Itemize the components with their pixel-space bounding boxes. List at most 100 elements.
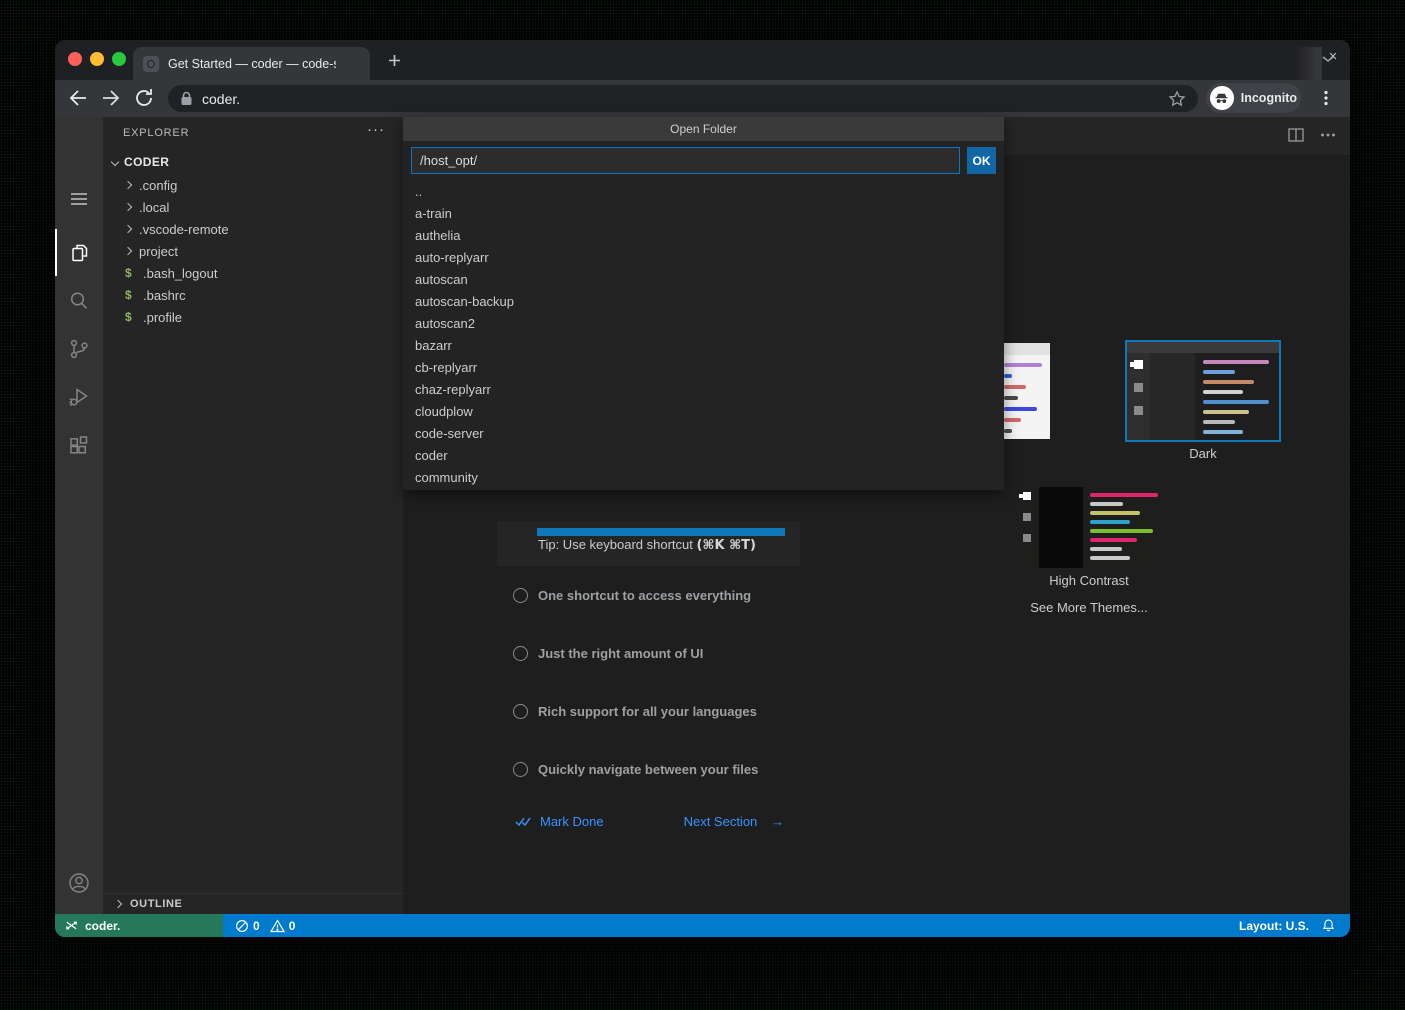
mark-done-link[interactable]: Mark Done	[540, 814, 604, 829]
problems-indicator[interactable]: 0 0	[235, 919, 295, 933]
remote-icon	[65, 919, 78, 932]
code-line	[1004, 396, 1018, 400]
extensions-icon[interactable]	[55, 422, 103, 469]
folder-list-item[interactable]: bazarr	[403, 335, 1004, 357]
more-actions-icon[interactable]	[1318, 125, 1338, 145]
new-tab-button[interactable]	[385, 51, 404, 70]
keyboard-layout-indicator[interactable]: Layout: U.S.	[1239, 919, 1309, 933]
bookmark-star-icon[interactable]	[1168, 90, 1186, 108]
folder-list-item[interactable]: code-server	[403, 423, 1004, 445]
dialog-title: Open Folder	[403, 117, 1004, 141]
checklist-label: Quickly navigate between your files	[538, 762, 758, 777]
checklist-item[interactable]: Just the right amount of UI	[513, 642, 758, 664]
dark-theme-thumbnail[interactable]	[1125, 340, 1281, 442]
code-line	[1090, 547, 1122, 551]
checklist-label: One shortcut to access everything	[538, 588, 751, 603]
folder-list-item[interactable]: autoscan-backup	[403, 291, 1004, 313]
folder-list-item[interactable]: cloudplow	[403, 401, 1004, 423]
tip-prefix: Tip: Use keyboard shortcut	[538, 537, 696, 552]
checklist-radio-icon[interactable]	[513, 704, 528, 719]
tab-title: Get Started — coder — code-s	[168, 57, 336, 71]
maximize-window-button[interactable]	[112, 52, 126, 66]
source-control-icon[interactable]	[55, 325, 103, 372]
tree-root-label: CODER	[124, 155, 169, 169]
checklist-item[interactable]: Rich support for all your languages	[513, 700, 758, 722]
incognito-badge: Incognito	[1206, 83, 1301, 113]
code-line	[1203, 430, 1243, 434]
browse-themes-button-edge[interactable]	[537, 528, 785, 536]
folder-list-item[interactable]: a-train	[403, 203, 1004, 225]
tree-row[interactable]: $ .bash_logout	[103, 262, 403, 284]
dark-thumb-activitybar	[1127, 353, 1150, 440]
code-line	[1090, 538, 1137, 542]
tree-item-label: .vscode-remote	[139, 222, 229, 237]
tree-item-label: .profile	[143, 310, 182, 325]
checklist-item[interactable]: One shortcut to access everything	[513, 584, 758, 606]
getting-started-checklist: One shortcut to access everything Just t…	[513, 584, 758, 816]
folder-list-item[interactable]: chaz-replyarr	[403, 379, 1004, 401]
explorer-icon[interactable]	[55, 229, 103, 276]
folder-list-item[interactable]: coder	[403, 445, 1004, 467]
checklist-label: Just the right amount of UI	[538, 646, 703, 661]
folder-list-item[interactable]: community	[403, 467, 1004, 489]
code-line	[1090, 511, 1140, 515]
browser-tab[interactable]: Get Started — coder — code-s	[133, 47, 370, 80]
outline-label: OUTLINE	[130, 898, 182, 910]
shellscript-icon: $	[125, 310, 135, 324]
tree-row[interactable]: .config	[103, 174, 403, 196]
tree-row[interactable]: $ .profile	[103, 306, 403, 328]
folder-path-input[interactable]	[411, 147, 960, 174]
checklist-radio-icon[interactable]	[513, 588, 528, 603]
remote-indicator[interactable]: coder.	[55, 914, 223, 937]
search-icon[interactable]	[55, 277, 103, 324]
tree-item-label: .bashrc	[143, 288, 186, 303]
light-theme-thumbnail[interactable]	[1004, 343, 1050, 439]
lock-icon	[180, 91, 193, 106]
tree-row[interactable]: .vscode-remote	[103, 218, 403, 240]
notifications-bell-icon[interactable]	[1321, 918, 1336, 933]
checklist-radio-icon[interactable]	[513, 762, 528, 777]
next-section-link[interactable]: Next Section	[684, 814, 758, 829]
tree-row[interactable]: .local	[103, 196, 403, 218]
browser-toolbar: coder. Incognito	[55, 80, 1350, 117]
chevron-right-icon	[124, 181, 132, 189]
status-bar: coder. 0 0 Layout: U.S.	[55, 914, 1350, 937]
code-line	[1203, 370, 1235, 374]
account-icon[interactable]	[55, 859, 103, 906]
address-bar[interactable]: coder.	[168, 85, 1198, 112]
split-editor-icon[interactable]	[1286, 125, 1306, 145]
explorer-sidebar: EXPLORER ··· CODER .config	[103, 117, 403, 914]
explorer-more-actions[interactable]: ···	[367, 121, 385, 138]
code-line	[1203, 410, 1249, 414]
outline-section[interactable]: OUTLINE	[103, 893, 403, 914]
folder-list-item[interactable]: authelia	[403, 225, 1004, 247]
folder-list-item[interactable]: cb-replyarr	[403, 357, 1004, 379]
ok-button[interactable]: OK	[967, 147, 996, 174]
minimize-window-button[interactable]	[90, 52, 104, 66]
folder-list-item[interactable]: autoscan2	[403, 313, 1004, 335]
vscode-workbench: EXPLORER ··· CODER .config	[55, 117, 1350, 937]
folder-list-item[interactable]: autoscan	[403, 269, 1004, 291]
code-line	[1090, 502, 1123, 506]
tab-search-chevron-icon[interactable]	[1321, 54, 1335, 64]
back-button[interactable]	[67, 87, 90, 110]
folder-list-item[interactable]: ..	[403, 181, 1004, 203]
code-line	[1004, 363, 1042, 367]
forward-button[interactable]	[100, 87, 123, 110]
code-line	[1203, 360, 1269, 364]
browser-menu-button[interactable]	[1317, 89, 1340, 112]
close-window-button[interactable]	[68, 52, 82, 66]
dark-thumb-code-lines	[1195, 353, 1279, 440]
code-line	[1004, 418, 1021, 422]
high-contrast-theme-thumbnail[interactable]	[1014, 487, 1164, 568]
checklist-radio-icon[interactable]	[513, 646, 528, 661]
checklist-item[interactable]: Quickly navigate between your files	[513, 758, 758, 780]
menu-hamburger-icon[interactable]	[55, 175, 103, 222]
reload-button[interactable]	[133, 87, 156, 110]
see-more-themes-link[interactable]: See More Themes...	[1014, 600, 1164, 615]
tree-row[interactable]: project	[103, 240, 403, 262]
run-debug-icon[interactable]	[55, 373, 103, 420]
tree-root-coder[interactable]: CODER	[103, 151, 403, 173]
folder-list-item[interactable]: auto-replyarr	[403, 247, 1004, 269]
tree-row[interactable]: $ .bashrc	[103, 284, 403, 306]
